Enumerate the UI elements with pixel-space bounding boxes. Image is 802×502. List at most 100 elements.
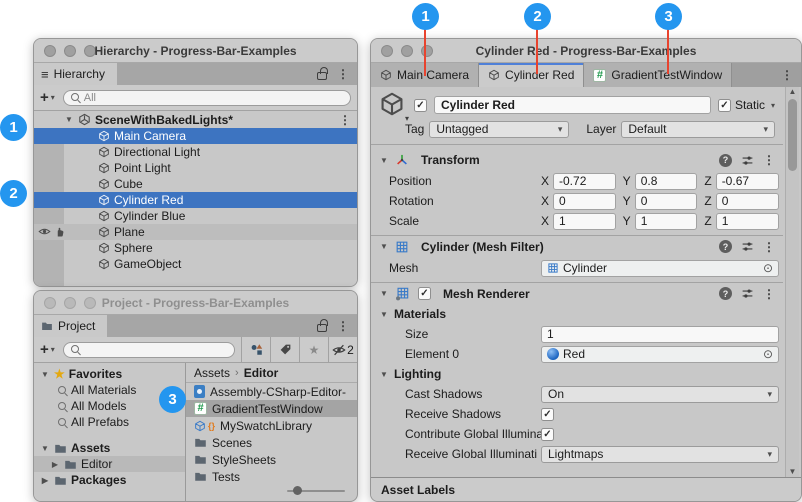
scale-z-field[interactable]: 1 [716,213,779,230]
breadcrumb-current[interactable]: Editor [244,366,279,380]
scene-pickability-hand-icon[interactable] [54,226,66,238]
hierarchy-item-gameobject[interactable]: GameObject [34,256,357,272]
foldout-closed-icon[interactable] [40,476,50,485]
foldout-open-icon[interactable] [379,289,389,298]
foldout-open-icon[interactable] [40,444,50,453]
receive-gi-dropdown[interactable]: Lightmaps [541,446,779,463]
static-flags-caret-icon[interactable] [771,101,775,110]
window-menu-icon[interactable] [337,67,349,81]
close-window-button[interactable] [381,45,393,57]
foldout-open-icon[interactable] [379,242,389,251]
rotation-z-field[interactable]: 0 [716,193,779,210]
scale-y-field[interactable]: 1 [635,213,698,230]
close-window-button[interactable] [44,45,56,57]
tab-cylinder-red[interactable]: Cylinder Red [479,63,584,87]
materials-size-field[interactable]: 1 [541,326,779,343]
breadcrumb-root[interactable]: Assets [194,366,230,380]
create-asset-button[interactable] [40,342,49,357]
component-menu-icon[interactable] [763,287,775,301]
scroll-down-icon[interactable]: ▼ [789,467,797,477]
gameobject-icon-button[interactable]: ▾ [379,91,407,120]
hierarchy-item-cylinder-blue[interactable]: Cylinder Blue [34,208,357,224]
file-assembly-csharp-editor[interactable]: Assembly-CSharp-Editor- [186,383,357,400]
zoom-window-button[interactable] [84,45,96,57]
search-by-label-button[interactable] [270,337,299,362]
cast-shadows-dropdown[interactable]: On [541,386,779,403]
search-by-type-button[interactable] [241,337,270,362]
contribute-gi-checkbox[interactable] [541,428,554,441]
position-z-field[interactable]: -0.67 [716,173,779,190]
file-gradienttestwindow[interactable]: GradientTestWindow [186,400,357,417]
help-icon[interactable] [719,154,732,167]
tab-hierarchy[interactable]: Hierarchy [34,63,117,85]
foldout-open-icon[interactable] [379,310,389,319]
gameobject-name-field[interactable]: Cylinder Red [434,96,711,114]
folder-assets[interactable]: Assets [34,440,185,456]
hierarchy-item-sphere[interactable]: Sphere [34,240,357,256]
create-object-button[interactable] [40,90,49,105]
minimize-window-button[interactable] [64,297,76,309]
lighting-foldout[interactable]: Lighting [371,364,783,384]
foldout-closed-icon[interactable] [50,460,60,469]
help-icon[interactable] [719,287,732,300]
folder-packages[interactable]: Packages [34,472,185,488]
hierarchy-item-cube[interactable]: Cube [34,176,357,192]
zoom-window-button[interactable] [84,297,96,309]
mesh-renderer-component-header[interactable]: Mesh Renderer [371,282,783,304]
object-picker-icon[interactable] [763,261,773,275]
create-dropdown-caret-icon[interactable] [51,93,55,102]
favorites-filter-button[interactable] [299,337,328,362]
thumbnail-zoom-slider[interactable] [287,490,345,492]
file-myswatchlibrary[interactable]: MySwatchLibrary [186,417,357,434]
favorites-root[interactable]: Favorites [34,366,185,382]
file-scenes[interactable]: Scenes [186,434,357,451]
object-picker-icon[interactable] [763,347,773,361]
file-tests[interactable]: Tests [186,468,357,485]
rotation-y-field[interactable]: 0 [635,193,698,210]
materials-foldout[interactable]: Materials [371,304,783,324]
hierarchy-item-directional-light[interactable]: Directional Light [34,144,357,160]
asset-labels-bar[interactable]: Asset Labels [371,477,801,501]
zoom-window-button[interactable] [421,45,433,57]
hierarchy-item-plane[interactable]: Plane [34,224,357,240]
presets-icon[interactable] [741,287,754,300]
rotation-x-field[interactable]: 0 [553,193,616,210]
hierarchy-item-point-light[interactable]: Point Light [34,160,357,176]
scale-x-field[interactable]: 1 [553,213,616,230]
static-toggle[interactable]: Static [718,98,775,112]
inspector-titlebar[interactable]: Cylinder Red - Progress-Bar-Examples [371,39,801,63]
foldout-open-icon[interactable] [379,370,389,379]
scrollbar-thumb[interactable] [788,99,797,171]
hierarchy-item-cylinder-red[interactable]: Cylinder Red [34,192,357,208]
help-icon[interactable] [719,240,732,253]
tab-project[interactable]: Project [34,315,107,337]
element0-object-field[interactable]: Red [541,346,779,363]
minimize-window-button[interactable] [64,45,76,57]
window-menu-icon[interactable] [781,68,793,82]
static-checkbox[interactable] [718,99,731,112]
mesh-filter-component-header[interactable]: Cylinder (Mesh Filter) [371,235,783,257]
presets-icon[interactable] [741,154,754,167]
project-titlebar[interactable]: Project - Progress-Bar-Examples [34,291,357,315]
component-enabled-checkbox[interactable] [418,287,431,300]
mesh-object-field[interactable]: Cylinder [541,260,779,277]
foldout-open-icon[interactable] [40,370,50,379]
lock-icon[interactable] [317,324,327,332]
hierarchy-item-main-camera[interactable]: Main Camera [34,128,357,144]
position-x-field[interactable]: -0.72 [553,173,616,190]
close-window-button[interactable] [44,297,56,309]
receive-shadows-checkbox[interactable] [541,408,554,421]
foldout-open-icon[interactable] [379,156,389,165]
component-menu-icon[interactable] [763,240,775,254]
file-stylesheets[interactable]: StyleSheets [186,451,357,468]
hierarchy-titlebar[interactable]: Hierarchy - Progress-Bar-Examples [34,39,357,63]
favorites-all-prefabs[interactable]: All Prefabs [34,414,185,430]
tab-gradienttestwindow[interactable]: GradientTestWindow [584,63,732,87]
component-menu-icon[interactable] [763,153,775,167]
lock-icon[interactable] [317,72,327,80]
tag-dropdown[interactable]: Untagged [429,121,569,138]
active-checkbox[interactable] [414,99,427,112]
presets-icon[interactable] [741,240,754,253]
inspector-scrollbar[interactable]: ▲ ▼ [785,87,799,477]
transform-component-header[interactable]: Transform [371,149,783,171]
